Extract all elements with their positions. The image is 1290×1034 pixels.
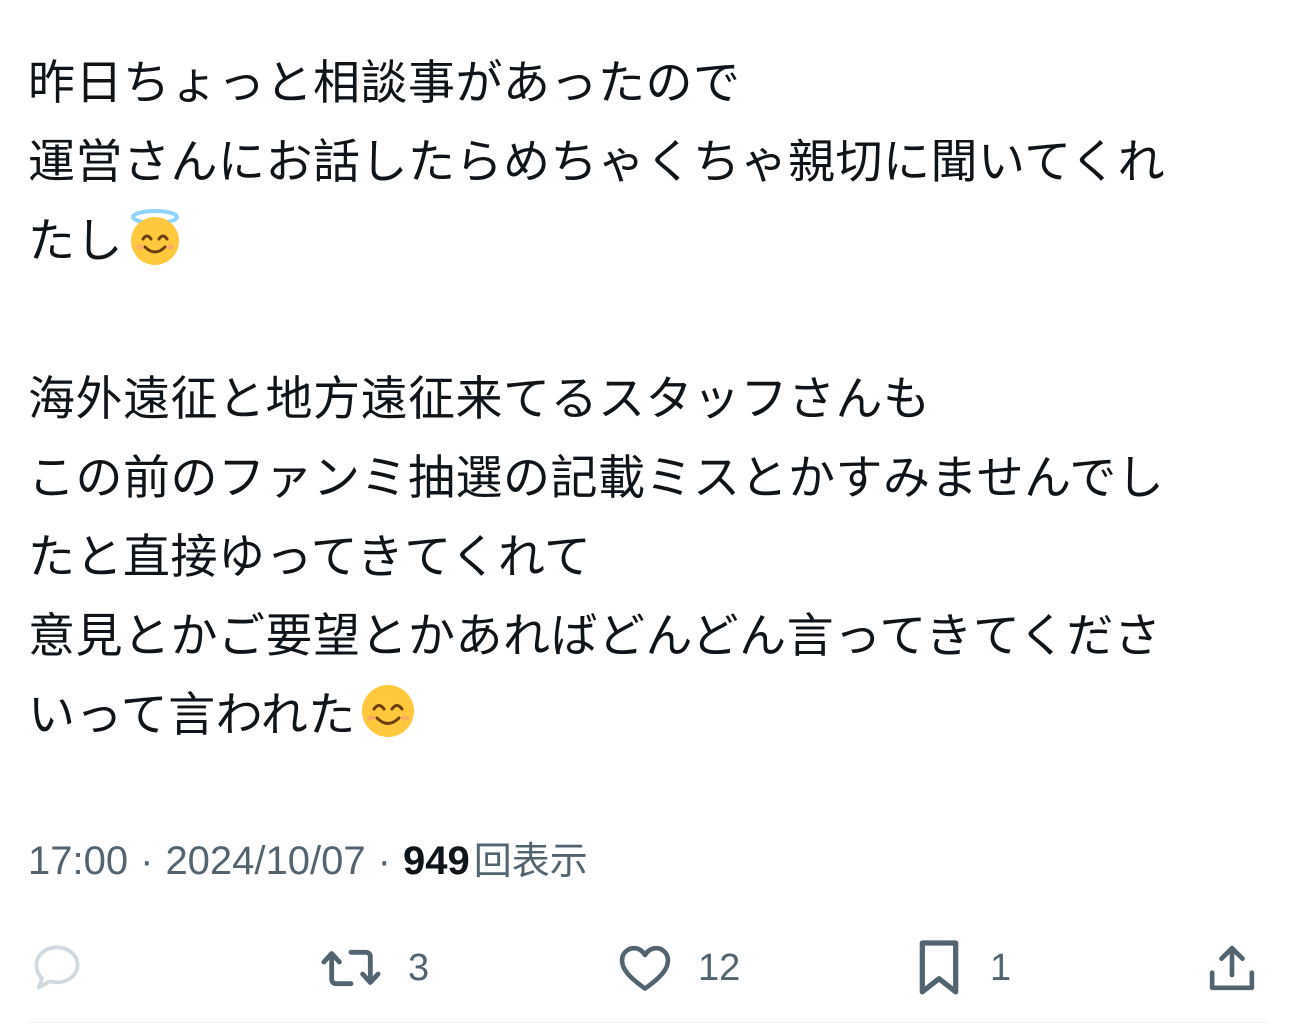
retweet-button[interactable]: 3 <box>318 928 429 1008</box>
retweet-count: 3 <box>408 946 430 989</box>
tweet-line: 運営さんにお話したらめちゃくちゃ親切に聞いてくれ <box>28 135 1166 190</box>
tweet-line-with-emoji: たし <box>28 202 1268 281</box>
views-count[interactable]: 949 <box>403 839 470 883</box>
tweet-line-with-emoji: いって言われた <box>28 676 1268 755</box>
tweet-time[interactable]: 17:00 <box>28 839 128 883</box>
smiling-face-icon <box>361 685 414 737</box>
like-button[interactable]: 12 <box>616 928 740 1008</box>
tweet-line: たと直接ゆってきてくれて <box>28 530 592 585</box>
bookmark-count: 1 <box>990 946 1012 989</box>
tweet-line: この前のファンミ抽選の記載ミスとかすみませんでし <box>28 451 1165 506</box>
tweet-meta: 17:00 · 2024/10/07 · 949 回表示 <box>28 828 588 894</box>
share-icon <box>1209 945 1255 991</box>
views-label: 回表示 <box>473 839 588 883</box>
divider <box>28 1022 1268 1023</box>
tweet-text: 昨日ちょっと相談事があったので 運営さんにお話したらめちゃくちゃ親切に聞いてくれ… <box>28 44 1268 755</box>
bookmark-icon <box>919 940 959 995</box>
retweet-icon <box>321 949 381 987</box>
meta-separator: · <box>140 839 154 883</box>
smiling-face-with-halo-icon <box>131 209 179 265</box>
tweet-date[interactable]: 2024/10/07 <box>165 839 365 883</box>
tweet-line-text: いって言われた <box>28 688 356 743</box>
like-count: 12 <box>698 946 741 989</box>
share-button[interactable] <box>1204 928 1260 1008</box>
reply-icon <box>34 945 80 990</box>
meta-separator: · <box>377 839 391 883</box>
tweet-line: 意見とかご要望とかあればどんどん言ってきてくださ <box>28 609 1162 664</box>
tweet-line-text: たし <box>28 214 123 269</box>
tweet-line: 海外遠征と地方遠征来てるスタッフさんも <box>28 372 931 427</box>
tweet-line: 昨日ちょっと相談事があったので <box>28 56 741 111</box>
action-bar: 3 12 1 <box>0 928 1290 1008</box>
heart-icon <box>619 945 671 991</box>
reply-button[interactable] <box>28 928 110 1008</box>
bookmark-button[interactable]: 1 <box>912 928 1011 1008</box>
